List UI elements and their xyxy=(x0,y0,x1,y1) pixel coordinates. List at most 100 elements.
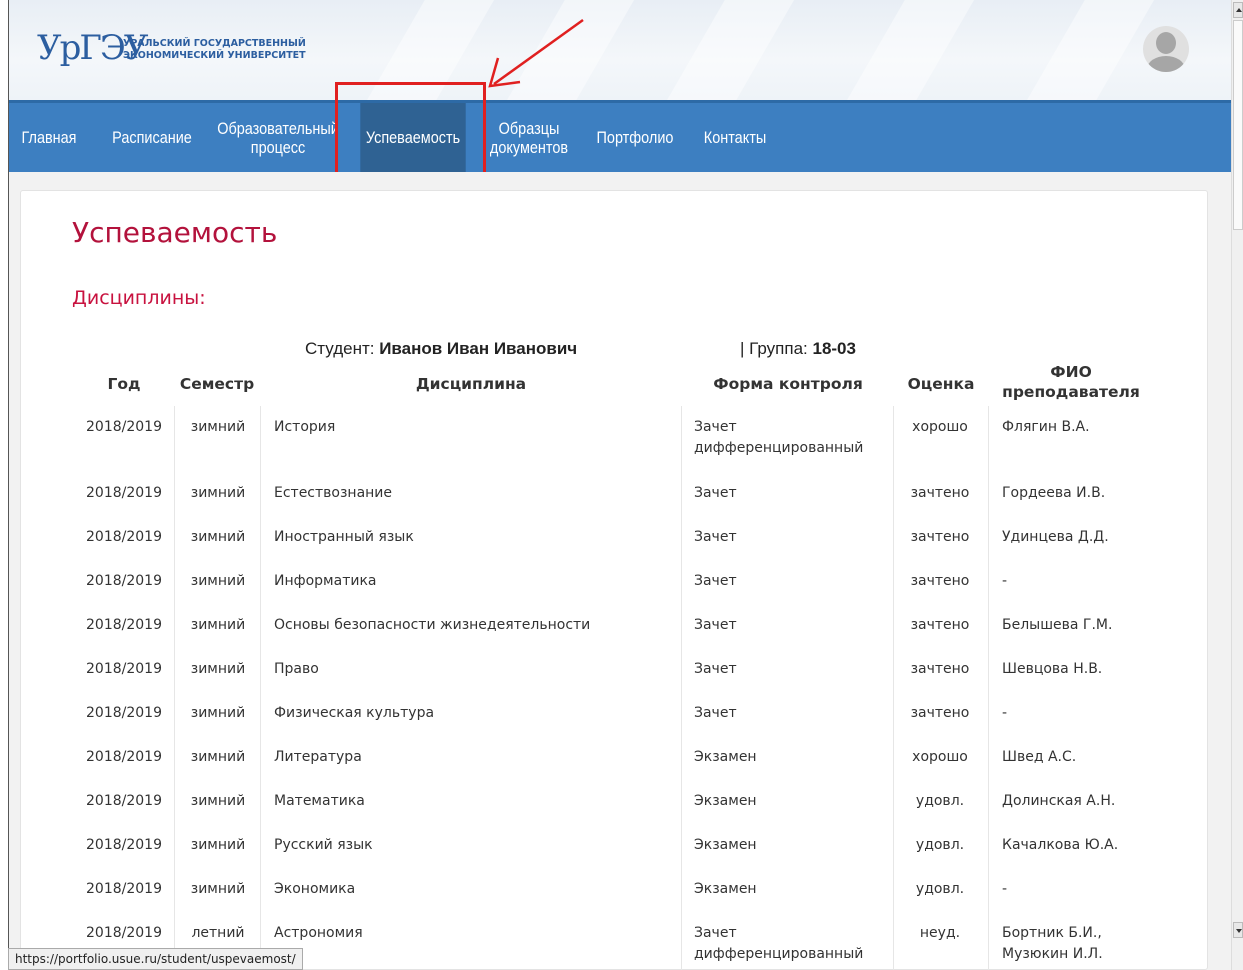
cell-teacher: - xyxy=(1002,881,1008,897)
cell-year: 2018/2019 xyxy=(86,573,162,589)
cell-control-form: Зачет дифференцированный xyxy=(694,419,864,456)
col-header-discipline: Дисциплина xyxy=(415,375,527,393)
cell-semester: зимний xyxy=(190,573,246,589)
nav-portfolio[interactable]: Портфолио xyxy=(594,103,676,172)
cell-grade: зачтено xyxy=(910,661,970,677)
cell-control-form: Экзамен xyxy=(694,881,757,897)
cell-grade: удовл. xyxy=(915,881,965,897)
cell-control-form: Экзамен xyxy=(694,793,757,809)
cell-year: 2018/2019 xyxy=(86,661,162,677)
cell-control-form: Зачет дифференцированный xyxy=(694,925,864,962)
annotation-arrow-icon xyxy=(488,18,584,88)
cell-control-form: Зачет xyxy=(694,529,737,545)
cell-grade: неуд. xyxy=(919,925,961,941)
cell-discipline: Русский язык xyxy=(274,837,373,853)
cell-discipline: Литература xyxy=(274,749,362,765)
cell-teacher: - xyxy=(1002,573,1008,589)
cell-teacher: Бортник Б.И., Музюкин И.Л. xyxy=(1002,925,1103,962)
cell-discipline: Математика xyxy=(274,793,365,809)
cell-year: 2018/2019 xyxy=(86,485,162,501)
cell-semester: летний xyxy=(191,925,245,941)
cell-teacher: Флягин В.А. xyxy=(1002,419,1090,435)
cell-teacher: Гордеева И.В. xyxy=(1002,485,1106,501)
logo-line-2: ЭКОНОМИЧЕСКИЙ УНИВЕРСИТЕТ xyxy=(123,50,306,61)
cell-teacher: - xyxy=(1002,705,1008,721)
cell-control-form: Экзамен xyxy=(694,837,757,853)
cell-control-form: Зачет xyxy=(694,617,737,633)
col-header-grade: Оценка xyxy=(907,375,975,393)
cell-discipline: Основы безопасности жизнедеятельности xyxy=(274,617,591,633)
column-divider xyxy=(174,406,175,970)
student-label: Студент: xyxy=(305,339,375,358)
cell-teacher: Шевцова Н.В. xyxy=(1002,661,1103,677)
cell-semester: зимний xyxy=(190,617,246,633)
scroll-up-icon[interactable] xyxy=(1233,2,1243,18)
nav-education[interactable]: Образовательный процесс xyxy=(216,103,340,172)
cell-semester: зимний xyxy=(190,793,246,809)
cell-grade: хорошо xyxy=(912,419,968,435)
cell-teacher: Швед А.С. xyxy=(1002,749,1077,765)
group-value: 18-03 xyxy=(812,339,856,358)
cell-grade: удовл. xyxy=(915,793,965,809)
site-header: УрГЭУ УРАЛЬСКИЙ ГОСУДАРСТВЕННЫЙ ЭКОНОМИЧ… xyxy=(9,0,1231,100)
cell-discipline: Иностранный язык xyxy=(274,529,414,545)
col-header-semester: Семестр xyxy=(179,375,255,393)
cell-semester: зимний xyxy=(190,705,246,721)
vertical-scrollbar[interactable] xyxy=(1231,0,1243,970)
column-divider xyxy=(681,406,682,970)
cell-discipline: История xyxy=(274,419,336,435)
cell-year: 2018/2019 xyxy=(86,793,162,809)
cell-semester: зимний xyxy=(190,485,246,501)
cell-year: 2018/2019 xyxy=(86,419,162,435)
cell-discipline: Право xyxy=(274,661,319,677)
cell-grade: зачтено xyxy=(910,485,970,501)
user-avatar-icon[interactable] xyxy=(1143,26,1189,72)
cell-year: 2018/2019 xyxy=(86,925,162,941)
cell-discipline: Астрономия xyxy=(274,925,363,941)
section-title: Дисциплины: xyxy=(72,287,206,309)
cell-grade: удовл. xyxy=(915,837,965,853)
cell-grade: хорошо xyxy=(912,749,968,765)
cell-teacher: Удинцева Д.Д. xyxy=(1002,529,1109,545)
column-divider xyxy=(260,406,261,970)
cell-grade: зачтено xyxy=(910,617,970,633)
cell-semester: зимний xyxy=(190,837,246,853)
nav-schedule[interactable]: Расписание xyxy=(105,103,199,172)
cell-semester: зимний xyxy=(190,661,246,677)
annotation-highlight-box xyxy=(335,82,486,184)
page-title: Успеваемость xyxy=(72,216,278,249)
cell-semester: зимний xyxy=(190,529,246,545)
student-name: Иванов Иван Иванович xyxy=(379,339,578,358)
university-name: УРАЛЬСКИЙ ГОСУДАРСТВЕННЫЙ ЭКОНОМИЧЕСКИЙ … xyxy=(123,38,306,62)
cell-year: 2018/2019 xyxy=(86,617,162,633)
cell-control-form: Зачет xyxy=(694,705,737,721)
cell-year: 2018/2019 xyxy=(86,837,162,853)
cell-year: 2018/2019 xyxy=(86,749,162,765)
group-info: | Группа: 18-03 xyxy=(740,339,856,359)
student-info: Студент: Иванов Иван Иванович xyxy=(305,339,577,359)
nav-home[interactable]: Главная xyxy=(15,103,83,172)
cell-year: 2018/2019 xyxy=(86,529,162,545)
cell-discipline: Информатика xyxy=(274,573,377,589)
cell-control-form: Экзамен xyxy=(694,749,757,765)
cell-semester: зимний xyxy=(190,749,246,765)
main-nav: Главная Расписание Образовательный проце… xyxy=(9,100,1231,172)
cell-control-form: Зачет xyxy=(694,573,737,589)
browser-status-url: https://portfolio.usue.ru/student/uspeva… xyxy=(8,948,303,970)
cell-teacher: Белышева Г.М. xyxy=(1002,617,1113,633)
cell-semester: зимний xyxy=(190,419,246,435)
cell-grade: зачтено xyxy=(910,705,970,721)
group-label: | Группа: xyxy=(740,339,808,358)
cell-discipline: Физическая культура xyxy=(274,705,435,721)
cell-teacher: Качалкова Ю.А. xyxy=(1002,837,1119,853)
scroll-thumb[interactable] xyxy=(1233,20,1243,230)
cell-grade: зачтено xyxy=(910,529,970,545)
nav-contacts[interactable]: Контакты xyxy=(696,103,774,172)
cell-year: 2018/2019 xyxy=(86,881,162,897)
col-header-year: Год xyxy=(107,375,141,393)
cell-teacher: Долинская А.Н. xyxy=(1002,793,1116,809)
cell-discipline: Естествознание xyxy=(274,485,393,501)
scroll-down-icon[interactable] xyxy=(1233,922,1243,938)
nav-documents[interactable]: Образцы документов xyxy=(487,103,572,172)
col-header-control-form: Форма контроля xyxy=(713,375,863,393)
